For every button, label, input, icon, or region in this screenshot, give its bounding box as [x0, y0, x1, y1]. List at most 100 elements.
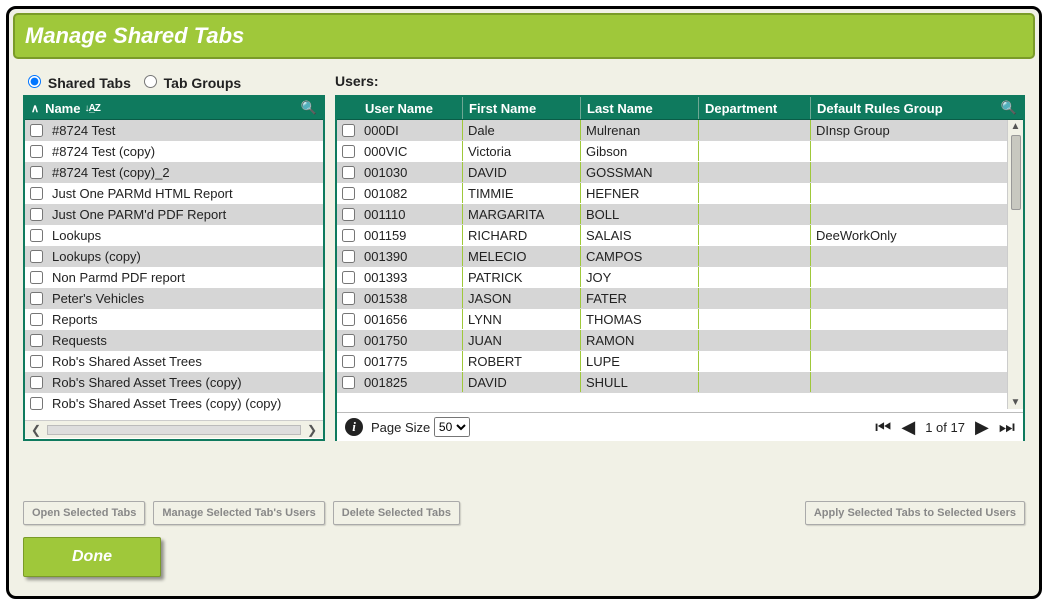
sort-asc-icon[interactable]: ↓A̲Z: [84, 103, 99, 114]
table-row[interactable]: 000DIDaleMulrenanDInsp Group: [337, 120, 1023, 141]
row-checkbox[interactable]: [342, 355, 355, 368]
table-row[interactable]: Just One PARM'd PDF Report: [25, 204, 323, 225]
col-rules-group[interactable]: Default Rules Group 🔍: [811, 97, 1023, 119]
row-checkbox[interactable]: [342, 334, 355, 347]
row-checkbox[interactable]: [342, 376, 355, 389]
col-first-name[interactable]: First Name: [463, 97, 581, 119]
collapse-icon[interactable]: ∧: [31, 102, 39, 115]
table-row[interactable]: Rob's Shared Asset Trees (copy): [25, 372, 323, 393]
last-name-cell: THOMAS: [581, 309, 699, 329]
hscroll-track[interactable]: [47, 425, 301, 435]
scroll-right-icon[interactable]: ❯: [307, 423, 317, 437]
row-checkbox[interactable]: [30, 292, 43, 305]
users-vscroll[interactable]: ▲ ▼: [1007, 120, 1023, 409]
search-icon[interactable]: 🔍: [301, 100, 317, 116]
table-row[interactable]: 001825DAVIDSHULL: [337, 372, 1023, 393]
row-checkbox[interactable]: [30, 250, 43, 263]
row-checkbox[interactable]: [342, 292, 355, 305]
row-checkbox[interactable]: [30, 124, 43, 137]
table-row[interactable]: 001110MARGARITABOLL: [337, 204, 1023, 225]
table-row[interactable]: #8724 Test (copy)_2: [25, 162, 323, 183]
table-row[interactable]: Rob's Shared Asset Trees: [25, 351, 323, 372]
col-department[interactable]: Department: [699, 97, 811, 119]
table-row[interactable]: 001775ROBERTLUPE: [337, 351, 1023, 372]
page-size-select[interactable]: 50: [434, 417, 470, 437]
table-row[interactable]: Requests: [25, 330, 323, 351]
table-row[interactable]: Lookups: [25, 225, 323, 246]
table-row[interactable]: #8724 Test (copy): [25, 141, 323, 162]
table-row[interactable]: 001159RICHARDSALAISDeeWorkOnly: [337, 225, 1023, 246]
scroll-left-icon[interactable]: ❮: [31, 423, 41, 437]
row-checkbox[interactable]: [30, 271, 43, 284]
table-row[interactable]: 001750JUANRAMON: [337, 330, 1023, 351]
window-title: Manage Shared Tabs: [13, 13, 1035, 59]
table-row[interactable]: 000VICVictoriaGibson: [337, 141, 1023, 162]
table-row[interactable]: 001393PATRICKJOY: [337, 267, 1023, 288]
row-checkbox[interactable]: [342, 250, 355, 263]
table-row[interactable]: 001538JASONFATER: [337, 288, 1023, 309]
table-row[interactable]: 001030DAVIDGOSSMAN: [337, 162, 1023, 183]
row-checkbox[interactable]: [30, 145, 43, 158]
table-row[interactable]: 001390MELECIOCAMPOS: [337, 246, 1023, 267]
last-page-icon[interactable]: ⏭: [999, 417, 1015, 438]
row-checkbox[interactable]: [30, 187, 43, 200]
row-checkbox[interactable]: [342, 313, 355, 326]
table-row[interactable]: Non Parmd PDF report: [25, 267, 323, 288]
scroll-up-icon[interactable]: ▲: [1011, 120, 1021, 133]
tab-name-cell: Rob's Shared Asset Trees (copy) (copy): [47, 393, 323, 413]
row-checkbox[interactable]: [30, 166, 43, 179]
row-checkbox[interactable]: [30, 355, 43, 368]
search-icon[interactable]: 🔍: [1001, 100, 1017, 116]
row-checkbox[interactable]: [342, 208, 355, 221]
row-checkbox[interactable]: [342, 229, 355, 242]
next-page-icon[interactable]: ▶: [975, 417, 989, 438]
row-checkbox[interactable]: [30, 229, 43, 242]
last-name-cell: FATER: [581, 288, 699, 308]
delete-selected-tabs-button[interactable]: Delete Selected Tabs: [333, 501, 460, 525]
tab-groups-radio-label[interactable]: Tab Groups: [139, 75, 241, 91]
shared-tabs-radio-label[interactable]: Shared Tabs: [23, 75, 135, 91]
table-row[interactable]: 001082TIMMIEHEFNER: [337, 183, 1023, 204]
done-button[interactable]: Done: [23, 537, 161, 577]
scroll-down-icon[interactable]: ▼: [1011, 396, 1021, 409]
rules-group-cell: [811, 267, 1023, 287]
table-row[interactable]: 001656LYNNTHOMAS: [337, 309, 1023, 330]
shared-tabs-radio[interactable]: [28, 75, 41, 88]
col-last-name[interactable]: Last Name: [581, 97, 699, 119]
col-user-name[interactable]: User Name: [359, 97, 463, 119]
tabs-hscroll[interactable]: ❮ ❯: [25, 420, 323, 438]
apply-selected-tabs-button[interactable]: Apply Selected Tabs to Selected Users: [805, 501, 1025, 525]
row-checkbox[interactable]: [342, 145, 355, 158]
row-checkbox[interactable]: [30, 208, 43, 221]
info-icon[interactable]: i: [345, 418, 363, 436]
row-checkbox[interactable]: [30, 397, 43, 410]
row-checkbox[interactable]: [30, 376, 43, 389]
table-row[interactable]: Reports: [25, 309, 323, 330]
first-page-icon[interactable]: ⏮: [875, 417, 891, 438]
table-row[interactable]: Just One PARMd HTML Report: [25, 183, 323, 204]
table-row[interactable]: #8724 Test: [25, 120, 323, 141]
tab-name-cell: Lookups: [47, 225, 323, 245]
rules-group-cell: [811, 351, 1023, 371]
manage-selected-tabs-users-button[interactable]: Manage Selected Tab's Users: [153, 501, 324, 525]
table-row[interactable]: Peter's Vehicles: [25, 288, 323, 309]
tabs-name-header[interactable]: Name: [45, 101, 80, 116]
row-checkbox[interactable]: [342, 187, 355, 200]
department-cell: [699, 225, 811, 245]
tab-name-cell: Just One PARM'd PDF Report: [47, 204, 323, 224]
vscroll-thumb[interactable]: [1011, 135, 1021, 210]
row-checkbox[interactable]: [30, 334, 43, 347]
row-checkbox[interactable]: [342, 271, 355, 284]
tab-name-cell: Non Parmd PDF report: [47, 267, 323, 287]
table-row[interactable]: Rob's Shared Asset Trees (copy) (copy): [25, 393, 323, 414]
prev-page-icon[interactable]: ◀: [901, 417, 915, 438]
department-cell: [699, 351, 811, 371]
first-name-cell: ROBERT: [463, 351, 581, 371]
open-selected-tabs-button[interactable]: Open Selected Tabs: [23, 501, 145, 525]
row-checkbox[interactable]: [342, 124, 355, 137]
row-checkbox[interactable]: [30, 313, 43, 326]
row-checkbox[interactable]: [342, 166, 355, 179]
tab-groups-radio[interactable]: [144, 75, 157, 88]
user-name-cell: 000DI: [359, 120, 463, 140]
table-row[interactable]: Lookups (copy): [25, 246, 323, 267]
